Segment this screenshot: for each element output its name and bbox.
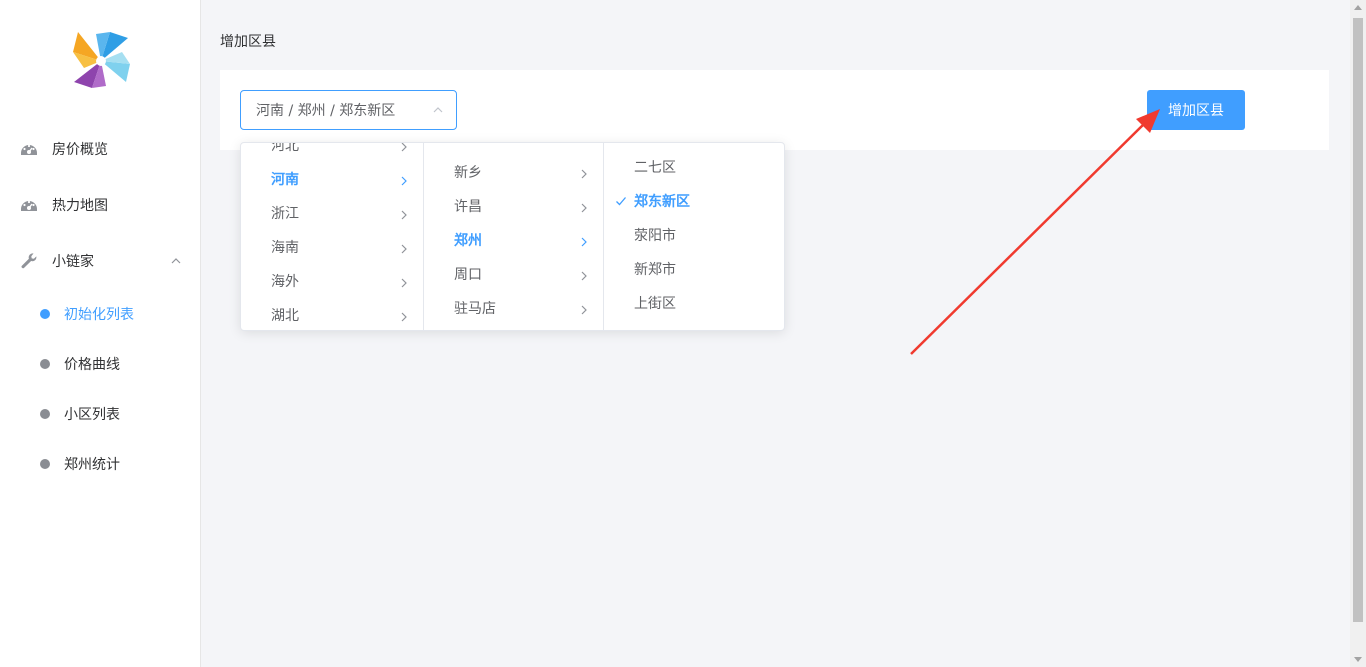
- option-label: 许昌: [454, 199, 482, 215]
- chevron-up-icon: [432, 104, 444, 116]
- dot-icon: [40, 309, 50, 319]
- option-province[interactable]: 浙江: [241, 196, 423, 230]
- option-city-selected[interactable]: 郑州: [424, 223, 603, 257]
- cascader-value: 河南 / 郑州 / 郑东新区: [256, 103, 396, 119]
- chevron-right-icon: [579, 303, 589, 315]
- chevron-right-icon: [399, 310, 409, 322]
- page-title: 增加区县: [220, 34, 276, 50]
- submenu-item-init-list[interactable]: 初始化列表: [0, 289, 200, 339]
- dot-icon: [40, 409, 50, 419]
- option-district[interactable]: 二七区: [604, 150, 784, 184]
- chevron-right-icon: [399, 208, 409, 220]
- submenu-label: 价格曲线: [64, 357, 120, 373]
- page-scrollbar[interactable]: [1350, 0, 1366, 667]
- option-label: 驻马店: [454, 301, 496, 317]
- option-city[interactable]: 驻马店: [424, 291, 603, 325]
- chevron-right-icon: [399, 143, 409, 152]
- option-city[interactable]: 周口: [424, 257, 603, 291]
- scroll-down-arrow-icon[interactable]: [1350, 651, 1366, 667]
- district-column: 二七区 郑东新区 荥阳市 新郑市 上街区: [604, 143, 784, 330]
- chevron-right-icon: [579, 201, 589, 213]
- option-label: 周口: [454, 267, 482, 283]
- menu-item-price-overview[interactable]: 房价概览: [0, 121, 200, 177]
- option-label: 二七区: [634, 160, 676, 176]
- cascader-dropdown: 河北 河南 浙江 海南 海外 湖北 新乡 许昌 郑州 周口 驻马店 二七区 郑东…: [240, 142, 785, 331]
- pinwheel-logo: [70, 30, 132, 92]
- option-label: 上街区: [634, 296, 676, 312]
- scroll-up-arrow-icon[interactable]: [1350, 0, 1366, 16]
- submenu-item-community-list[interactable]: 小区列表: [0, 389, 200, 439]
- option-district[interactable]: 新郑市: [604, 252, 784, 286]
- option-province-selected[interactable]: 河南: [241, 162, 423, 196]
- option-district-selected[interactable]: 郑东新区: [604, 184, 784, 218]
- option-province[interactable]: 海外: [241, 264, 423, 298]
- chevron-right-icon: [399, 174, 409, 186]
- chevron-right-icon: [579, 167, 589, 179]
- submenu-label: 初始化列表: [64, 307, 134, 323]
- option-label: 湖北: [271, 308, 299, 324]
- option-province[interactable]: 河北: [241, 143, 423, 162]
- city-column: 新乡 许昌 郑州 周口 驻马店: [424, 143, 604, 330]
- option-label: 新乡: [454, 165, 482, 181]
- option-label: 郑州: [454, 233, 482, 249]
- dot-icon: [40, 359, 50, 369]
- menu-item-heatmap[interactable]: 热力地图: [0, 177, 200, 233]
- dashboard-icon: [20, 140, 38, 158]
- option-label: 浙江: [271, 206, 299, 222]
- chevron-right-icon: [579, 235, 589, 247]
- option-label: 海外: [271, 274, 299, 290]
- option-province[interactable]: 湖北: [241, 298, 423, 330]
- submenu-item-zhengzhou-stats[interactable]: 郑州统计: [0, 439, 200, 489]
- add-district-button[interactable]: 增加区县: [1147, 90, 1245, 130]
- chevron-up-icon: [170, 255, 182, 267]
- chevron-right-icon: [399, 276, 409, 288]
- option-province[interactable]: 海南: [241, 230, 423, 264]
- menu-item-xiaolianjia[interactable]: 小链家: [0, 233, 200, 289]
- option-label: 郑东新区: [634, 194, 690, 210]
- chevron-right-icon: [579, 269, 589, 281]
- province-column: 河北 河南 浙江 海南 海外 湖北: [241, 143, 424, 330]
- dot-icon: [40, 459, 50, 469]
- option-city[interactable]: 许昌: [424, 189, 603, 223]
- option-label: 海南: [271, 240, 299, 256]
- dashboard-icon: [20, 196, 38, 214]
- option-label: 河南: [271, 172, 299, 188]
- option-city[interactable]: 新乡: [424, 155, 603, 189]
- submenu-label: 小区列表: [64, 407, 120, 423]
- sidebar: 房价概览 热力地图 小链家 初始化列表 价格曲线 小区列表 郑州统计: [0, 0, 201, 667]
- option-label: 荥阳市: [634, 228, 676, 244]
- option-district[interactable]: 上街区: [604, 286, 784, 320]
- submenu-item-price-curve[interactable]: 价格曲线: [0, 339, 200, 389]
- option-district[interactable]: 荥阳市: [604, 218, 784, 252]
- chevron-right-icon: [399, 242, 409, 254]
- menu-label: 小链家: [52, 254, 94, 270]
- submenu-label: 郑州统计: [64, 457, 120, 473]
- check-icon: [615, 195, 627, 207]
- scrollbar-thumb[interactable]: [1353, 18, 1363, 622]
- menu-label: 房价概览: [52, 142, 108, 158]
- option-label: 河北: [271, 143, 299, 154]
- menu-label: 热力地图: [52, 198, 108, 214]
- option-label: 新郑市: [634, 262, 676, 278]
- wrench-icon: [20, 252, 38, 270]
- region-cascader[interactable]: 河南 / 郑州 / 郑东新区: [240, 90, 457, 130]
